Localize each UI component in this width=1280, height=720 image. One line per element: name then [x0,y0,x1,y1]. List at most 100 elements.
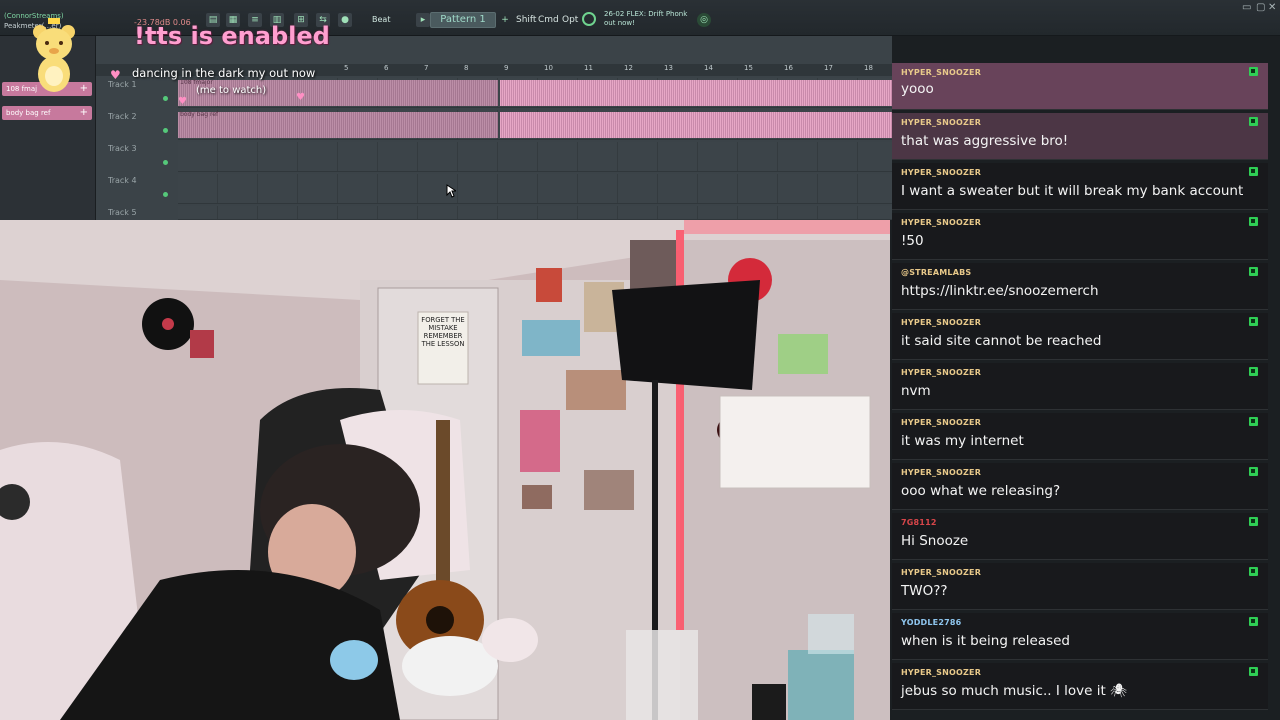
chat-text: ooo what we releasing? [901,483,1061,499]
add-icon[interactable]: + [80,82,88,96]
play-pattern-icon[interactable]: ▸ [416,13,430,27]
pattern-selector[interactable]: Pattern 1 [430,12,496,28]
chat-username[interactable]: HYPER_SNOOZER [901,418,981,427]
chat-message: HYPER_SNOOZER I want a sweater but it wi… [892,163,1268,210]
news-line-2: out now! [604,19,635,27]
track-lane-5[interactable] [178,206,892,220]
chat-text: nvm [901,383,931,399]
track-name: Track 3 [108,144,137,153]
chat-message: HYPER_SNOOZER TWO?? [892,563,1268,610]
chat-message: HYPER_SNOOZER it said site cannot be rea… [892,313,1268,360]
cmd-modifier[interactable]: Cmd [538,15,559,25]
chat-username[interactable]: HYPER_SNOOZER [901,318,981,327]
chat-username[interactable]: YODDLE2786 [901,618,961,627]
verified-badge-icon [1249,517,1258,526]
verified-badge-icon [1249,567,1258,576]
chat-text: it was my internet [901,433,1024,449]
chat-username[interactable]: HYPER_SNOOZER [901,168,981,177]
verified-badge-icon [1249,667,1258,676]
maximize-icon[interactable]: ▢ [1256,2,1265,13]
ruler-number: 9 [504,64,509,72]
snap-beat-label[interactable]: Beat [372,15,390,24]
ruler-number: 7 [424,64,429,72]
chat-username[interactable]: HYPER_SNOOZER [901,468,981,477]
news-icon[interactable] [582,12,596,26]
chat-message: HYPER_SNOOZER it was my internet [892,413,1268,460]
audio-clip[interactable]: body bag ref [178,111,498,138]
ruler-number: 13 [664,64,673,72]
chat-text: I want a sweater but it will break my ba… [901,183,1244,199]
track-lane-3[interactable] [178,142,892,172]
ruler-number: 16 [784,64,793,72]
chat-username[interactable]: HYPER_SNOOZER [901,68,981,77]
chat-username[interactable]: HYPER_SNOOZER [901,568,981,577]
chat-text: jebus so much music.. I love it 🕷 [901,683,1128,699]
chat-username[interactable]: 7G8112 [901,518,937,527]
track-name: Track 2 [108,112,137,121]
minimize-icon[interactable]: ▭ [1242,2,1251,13]
verified-badge-icon [1249,67,1258,76]
chat-text: TWO?? [901,583,948,599]
news-line-1: 26-02 FLEX: Drift Phonk [604,10,688,18]
track-header-2[interactable]: Track 2 [104,108,176,138]
news-ticker[interactable]: 26-02 FLEX: Drift Phonk out now! [604,10,687,28]
ruler-number: 6 [384,64,389,72]
chat-text: that was aggressive bro! [901,133,1069,149]
tts-notice: !tts is enabled [134,22,330,50]
chat-text: !50 [901,233,924,249]
track-header-3[interactable]: Track 3 [104,140,176,170]
add-icon[interactable]: + [80,106,88,120]
ruler-number: 10 [544,64,553,72]
heart-icon: ♥ [110,68,121,82]
chat-username[interactable]: HYPER_SNOOZER [901,368,981,377]
ruler-number: 8 [464,64,469,72]
audio-clip[interactable] [500,112,892,138]
chat-username[interactable]: HYPER_SNOOZER [901,118,981,127]
track-mute-indicator[interactable] [163,128,168,133]
track-header-4[interactable]: Track 4 [104,172,176,202]
channel-body-bag-ref[interactable]: body bag ref + [2,106,92,120]
verified-badge-icon [1249,317,1258,326]
webcam-feed: FORGET THE MISTAKE REMEMBER THE LESSON [0,220,890,720]
heart-icon: ♥ [296,92,305,103]
track-name: Track 4 [108,176,137,185]
webcam-scene [0,220,890,720]
verified-badge-icon [1249,217,1258,226]
chat-text[interactable]: https://linktr.ee/snoozemerch [901,283,1099,299]
chat-text: yooo [901,81,934,97]
track-mute-indicator[interactable] [163,192,168,197]
shift-modifier[interactable]: Shift [516,15,536,25]
chat-message: 7G8112 Hi Snooze [892,513,1268,560]
heart-icon: ♥ [178,96,187,107]
track-lane-2[interactable]: body bag ref [178,110,892,140]
now-playing-text: dancing in the dark my out now [132,66,316,80]
ruler-number: 11 [584,64,593,72]
playlist: 5 6 7 8 9 10 11 12 13 14 15 16 17 18 Tra… [96,36,892,220]
track-mute-indicator[interactable] [163,160,168,165]
chat-username[interactable]: HYPER_SNOOZER [901,668,981,677]
add-pattern-button[interactable]: + [498,13,512,27]
chat-text: it said site cannot be reached [901,333,1102,349]
mascot-bear-icon [33,18,75,92]
audio-clip[interactable] [500,80,892,106]
verified-badge-icon [1249,167,1258,176]
chat-message: YODDLE2786 when is it being released [892,613,1268,660]
mouse-cursor-icon [446,184,456,198]
ruler-number: 15 [744,64,753,72]
mic-icon[interactable]: ● [338,13,352,27]
track-lane-4[interactable] [178,174,892,204]
close-icon[interactable]: ✕ [1268,2,1276,13]
chat-message: HYPER_SNOOZER that was aggressive bro! [892,113,1268,160]
chat-message: @STREAMLABS https://linktr.ee/snoozemerc… [892,263,1268,310]
verified-badge-icon [1249,367,1258,376]
now-playing-subtext: (me to watch) [196,85,267,96]
chat-username[interactable]: @STREAMLABS [901,268,971,277]
channel-label: body bag ref [6,109,51,117]
chat-message: HYPER_SNOOZER yooo [892,63,1268,110]
online-icon[interactable]: ◎ [697,13,711,27]
chat-username[interactable]: HYPER_SNOOZER [901,218,981,227]
track-mute-indicator[interactable] [163,96,168,101]
ruler-number: 12 [624,64,633,72]
opt-modifier[interactable]: Opt [562,15,578,25]
track-lane-1[interactable]: 108 fmajor [178,78,892,108]
